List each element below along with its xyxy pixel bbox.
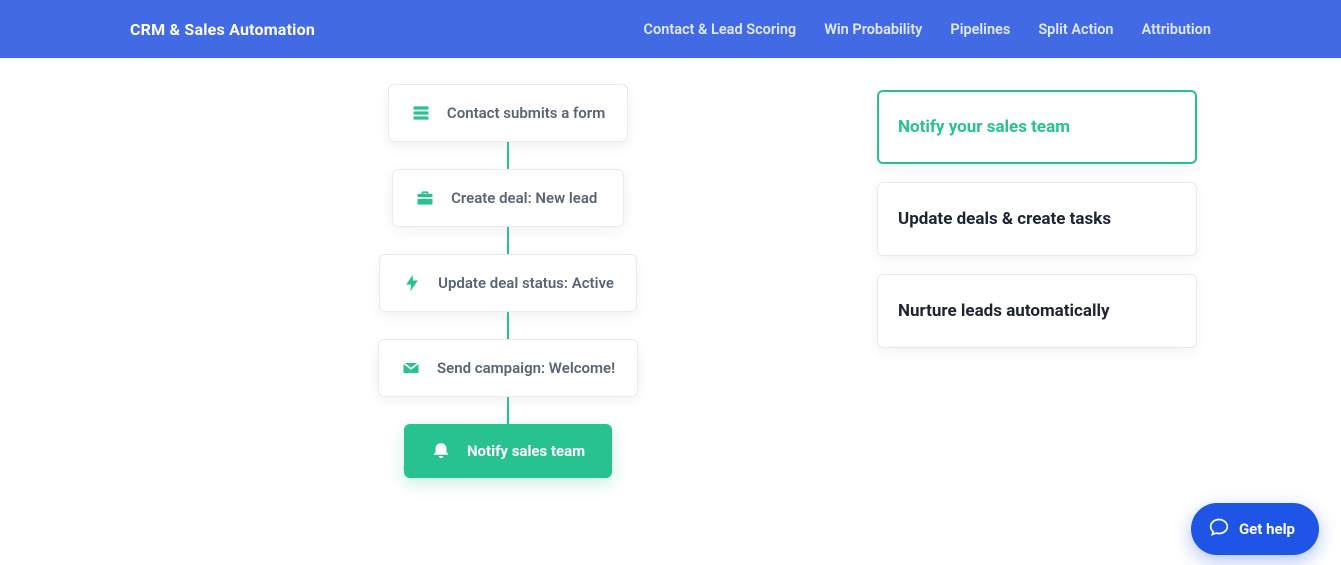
feature-card-update-deals[interactable]: Update deals & create tasks [877,182,1197,256]
flow-node-label: Contact submits a form [447,104,605,122]
mail-icon [401,358,421,378]
flow-node-update-status[interactable]: Update deal status: Active [379,254,637,312]
bolt-icon [402,273,422,293]
flow-connector [507,397,509,424]
header-bar: CRM & Sales Automation Contact & Lead Sc… [0,0,1341,58]
nav-pipelines[interactable]: Pipelines [950,21,1010,38]
flow-node-notify-team[interactable]: Notify sales team [404,424,612,478]
primary-nav: Contact & Lead Scoring Win Probability P… [644,21,1211,38]
nav-attribution[interactable]: Attribution [1142,21,1211,38]
nav-split-action[interactable]: Split Action [1038,21,1113,38]
brand-title: CRM & Sales Automation [130,20,315,39]
flow-node-label: Send campaign: Welcome! [437,359,615,377]
nav-win-probability[interactable]: Win Probability [824,21,922,38]
feature-card-notify[interactable]: Notify your sales team [877,90,1197,164]
flow-connector [507,142,509,169]
flow-node-label: Notify sales team [467,442,585,460]
flow-node-submit-form[interactable]: Contact submits a form [388,84,628,142]
automation-flow: Contact submits a form Create deal: New … [378,84,638,478]
get-help-button[interactable]: Get help [1191,503,1319,555]
bell-icon [431,441,451,461]
nav-contact-lead-scoring[interactable]: Contact & Lead Scoring [644,21,797,38]
flow-connector [507,312,509,339]
chat-icon [1209,517,1229,541]
get-help-label: Get help [1239,520,1295,538]
feature-card-nurture[interactable]: Nurture leads automatically [877,274,1197,348]
flow-node-create-deal[interactable]: Create deal: New lead [392,169,624,227]
form-icon [411,103,431,123]
flow-node-send-campaign[interactable]: Send campaign: Welcome! [378,339,638,397]
flow-node-label: Create deal: New lead [451,189,597,207]
flow-connector [507,227,509,254]
flow-node-label: Update deal status: Active [438,274,614,292]
briefcase-icon [415,188,435,208]
feature-cards: Notify your sales team Update deals & cr… [877,90,1197,348]
